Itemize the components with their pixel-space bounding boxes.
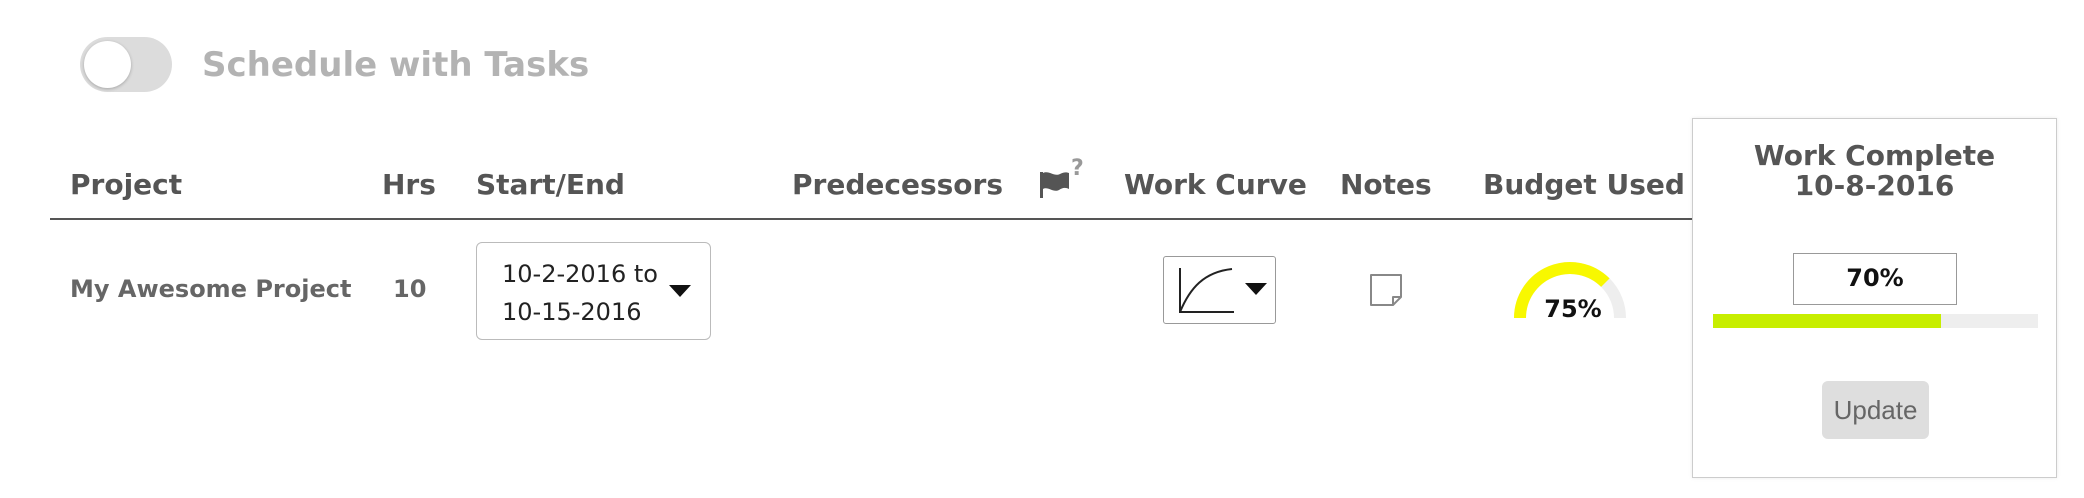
project-hrs: 10 (393, 275, 427, 303)
work-complete-panel: Work Complete 10-8-2016 70% Update (1692, 118, 2057, 478)
end-date-text: 10-15-2016 (502, 298, 642, 326)
start-end-dropdown[interactable]: 10-2-2016 to 10-15-2016 (476, 242, 711, 340)
schedule-with-tasks-toggle[interactable] (80, 37, 172, 92)
work-complete-progress-bar (1713, 314, 2038, 328)
work-complete-title: Work Complete 10-8-2016 (1693, 141, 2056, 201)
curve-icon (1179, 268, 1234, 313)
chevron-down-icon (1245, 283, 1267, 295)
flag-help[interactable]: ? (1038, 156, 1088, 204)
toggle-knob (84, 41, 131, 88)
flag-help-question: ? (1071, 156, 1084, 181)
chevron-down-icon (669, 285, 691, 297)
header-project: Project (70, 168, 183, 201)
work-complete-title-line1: Work Complete (1753, 139, 1996, 172)
update-button[interactable]: Update (1822, 381, 1929, 439)
header-notes: Notes (1340, 168, 1432, 201)
header-start-end: Start/End (476, 168, 625, 201)
budget-used-value: 75% (1544, 295, 1602, 323)
work-curve-dropdown[interactable] (1163, 256, 1276, 324)
header-hrs: Hrs (382, 168, 436, 201)
header-predecessors: Predecessors (792, 168, 1003, 201)
start-date-text: 10-2-2016 to (502, 260, 658, 288)
work-complete-date: 10-8-2016 (1794, 169, 1955, 202)
project-name: My Awesome Project (70, 275, 352, 303)
header-divider (50, 218, 1695, 220)
work-complete-input[interactable]: 70% (1793, 253, 1957, 305)
notes-button[interactable] (1368, 272, 1404, 308)
toggle-label: Schedule with Tasks (202, 45, 590, 85)
work-complete-progress-fill (1713, 314, 1941, 328)
header-budget-used: Budget Used (1483, 168, 1685, 201)
header-work-curve: Work Curve (1124, 168, 1307, 201)
note-icon (1370, 274, 1402, 306)
